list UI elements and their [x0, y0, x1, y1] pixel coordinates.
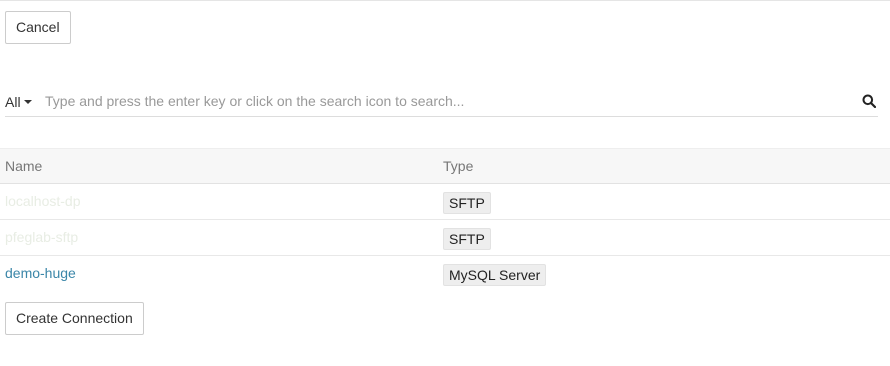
- search-filter-value: All: [5, 94, 21, 110]
- create-connection-button[interactable]: Create Connection: [5, 302, 144, 335]
- connections-table: Name Type localhost-dp SFTP pfeglab-sftp…: [0, 148, 890, 292]
- table-row: demo-huge MySQL Server: [0, 256, 890, 292]
- column-header-name[interactable]: Name: [5, 149, 42, 184]
- connection-type-badge: SFTP: [443, 192, 491, 214]
- search-input[interactable]: [40, 90, 850, 112]
- connection-name-link[interactable]: localhost-dp: [5, 184, 81, 219]
- chevron-down-icon: [23, 100, 32, 105]
- cancel-button[interactable]: Cancel: [5, 11, 71, 44]
- search-filter-dropdown[interactable]: All: [5, 93, 32, 111]
- search-bar: All: [5, 85, 878, 117]
- connection-name-link[interactable]: pfeglab-sftp: [5, 220, 78, 255]
- connection-type-badge: MySQL Server: [443, 264, 547, 286]
- column-header-type[interactable]: Type: [443, 149, 473, 184]
- search-icon[interactable]: [862, 94, 876, 108]
- connection-type-badge: SFTP: [443, 228, 491, 250]
- table-row: localhost-dp SFTP: [0, 184, 890, 220]
- table-header: Name Type: [0, 148, 890, 184]
- table-row: pfeglab-sftp SFTP: [0, 220, 890, 256]
- connection-name-link[interactable]: demo-huge: [5, 256, 76, 291]
- top-divider: [0, 0, 890, 1]
